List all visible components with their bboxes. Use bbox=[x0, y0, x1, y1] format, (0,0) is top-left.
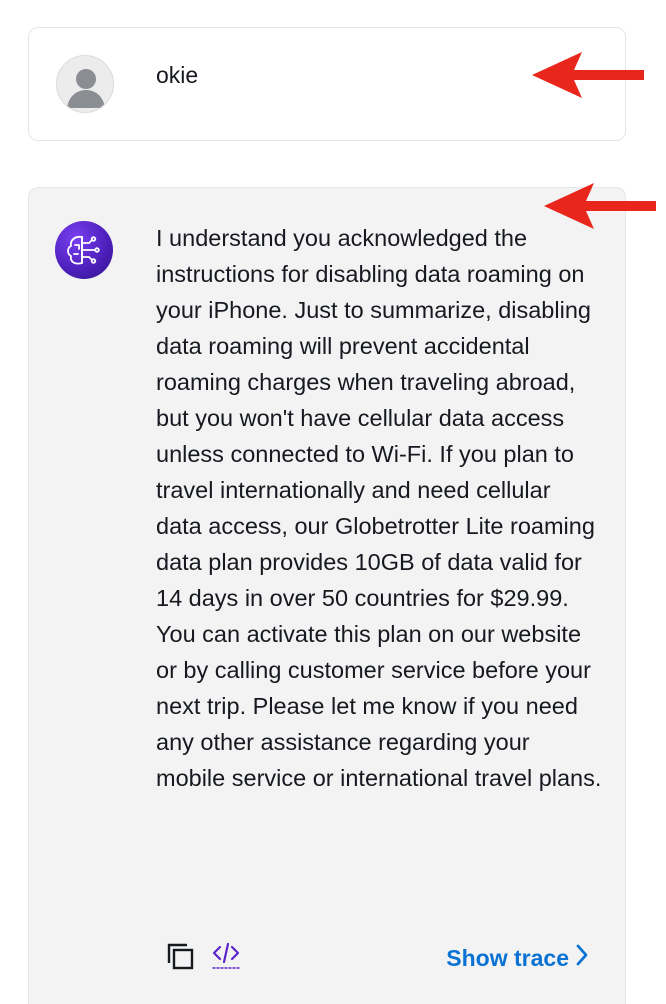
message-actions: Show trace bbox=[29, 940, 625, 976]
annotation-arrow-icon bbox=[532, 52, 644, 98]
code-icon bbox=[210, 940, 242, 977]
user-avatar-icon bbox=[56, 55, 114, 113]
copy-icon bbox=[165, 941, 195, 976]
annotation-arrow-icon bbox=[544, 183, 656, 229]
chevron-right-icon bbox=[575, 943, 589, 973]
show-trace-link[interactable]: Show trace bbox=[446, 940, 589, 976]
assistant-message-card: I understand you acknowledged the instru… bbox=[28, 187, 626, 1004]
assistant-message-text: I understand you acknowledged the instru… bbox=[156, 225, 602, 791]
ai-brain-avatar-icon bbox=[55, 221, 113, 279]
copy-button[interactable] bbox=[162, 940, 198, 976]
chat-view: okie I understand you acknowledged the i… bbox=[0, 0, 666, 1004]
show-trace-label: Show trace bbox=[446, 944, 569, 971]
user-message-text: okie bbox=[156, 62, 199, 88]
view-code-button[interactable] bbox=[208, 940, 244, 976]
